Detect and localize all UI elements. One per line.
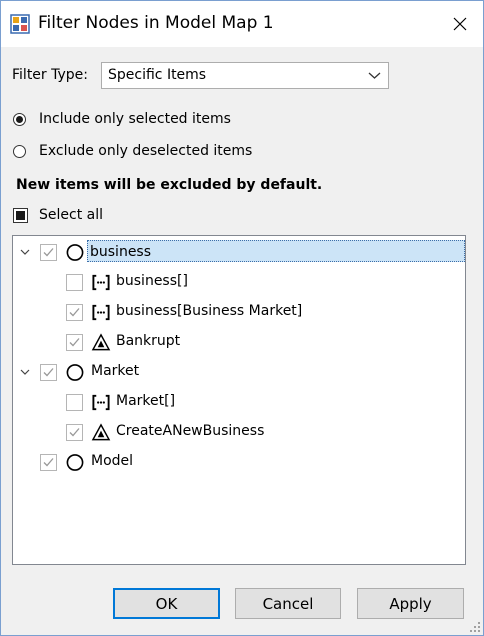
tree-row-market-empty[interactable]: Market[] — [13, 388, 465, 416]
tree-node-label[interactable]: Market[] — [116, 393, 175, 409]
tree-checkbox[interactable] — [66, 394, 83, 411]
exclude-radio[interactable] — [13, 145, 26, 158]
close-button[interactable] — [437, 1, 483, 47]
title-bar: Filter Nodes in Model Map 1 — [1, 1, 483, 47]
triangle-icon — [91, 333, 111, 351]
bracket-icon — [92, 304, 110, 321]
filter-type-label: Filter Type: — [12, 67, 88, 83]
bracket-icon — [92, 274, 110, 291]
tree-node-label[interactable]: Market — [91, 363, 139, 379]
triangle-icon — [91, 423, 111, 441]
tree-checkbox[interactable] — [66, 274, 83, 291]
tree-checkbox[interactable] — [66, 304, 83, 321]
tree-row-model[interactable]: Model — [13, 448, 465, 476]
tree-row-market[interactable]: Market — [13, 358, 465, 386]
apply-button[interactable]: Apply — [357, 588, 464, 619]
tree-checkbox[interactable] — [40, 454, 57, 471]
default-exclusion-notice: New items will be excluded by default. — [16, 177, 323, 193]
tree-node-label[interactable]: business — [87, 240, 465, 262]
exclude-label[interactable]: Exclude only deselected items — [39, 143, 252, 159]
circle-icon — [66, 364, 84, 381]
app-icon — [10, 14, 30, 34]
circle-icon — [66, 454, 84, 471]
tree-checkbox[interactable] — [66, 334, 83, 351]
select-all-label[interactable]: Select all — [39, 207, 103, 223]
filter-type-select[interactable]: Specific Items — [101, 62, 389, 89]
include-label[interactable]: Include only selected items — [39, 111, 231, 127]
tree-node-label[interactable]: CreateANewBusiness — [116, 423, 264, 439]
select-all-checkbox[interactable] — [13, 208, 28, 223]
include-radio[interactable] — [13, 113, 26, 126]
tree-row-business[interactable]: business — [13, 238, 465, 266]
tree-checkbox[interactable] — [40, 364, 57, 381]
tree-node-label[interactable]: Model — [91, 453, 133, 469]
node-tree[interactable]: business business[] business[Business Ma… — [12, 235, 466, 565]
chevron-down-icon[interactable] — [19, 246, 31, 258]
tree-node-label[interactable]: business[] — [116, 273, 188, 289]
chevron-down-icon — [368, 72, 381, 79]
ok-button[interactable]: OK — [113, 588, 220, 619]
bracket-icon — [92, 394, 110, 411]
resize-grip-icon[interactable] — [469, 621, 481, 633]
tree-node-label[interactable]: Bankrupt — [116, 333, 180, 349]
tree-checkbox[interactable] — [66, 424, 83, 441]
cancel-button[interactable]: Cancel — [235, 588, 341, 619]
filter-type-value: Specific Items — [108, 67, 207, 83]
tree-row-business-market[interactable]: business[Business Market] — [13, 298, 465, 326]
chevron-down-icon[interactable] — [19, 366, 31, 378]
tree-row-business-empty[interactable]: business[] — [13, 268, 465, 296]
close-icon — [453, 17, 467, 31]
circle-icon — [66, 244, 84, 261]
filter-nodes-dialog: Filter Nodes in Model Map 1 Filter Type:… — [0, 0, 484, 636]
tree-row-bankrupt[interactable]: Bankrupt — [13, 328, 465, 356]
tree-node-label[interactable]: business[Business Market] — [116, 303, 302, 319]
window-title: Filter Nodes in Model Map 1 — [38, 13, 274, 33]
tree-checkbox[interactable] — [40, 244, 57, 261]
tree-row-create-new-business[interactable]: CreateANewBusiness — [13, 418, 465, 446]
